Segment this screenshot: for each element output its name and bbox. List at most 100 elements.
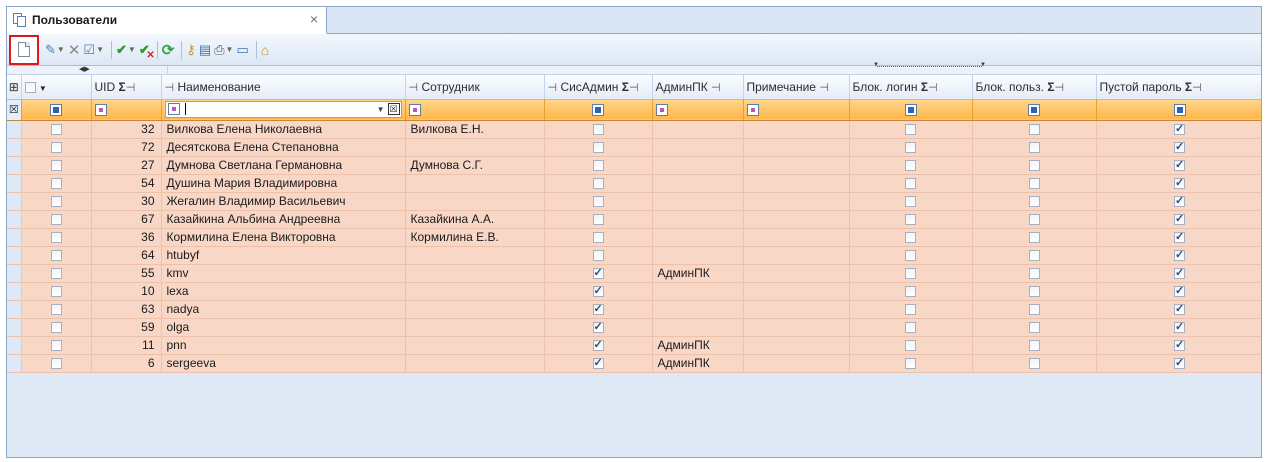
empty-password-cell[interactable]: [1096, 138, 1261, 157]
block-login-cell[interactable]: [849, 282, 973, 301]
checkbox[interactable]: [1174, 176, 1185, 190]
checkbox[interactable]: [1028, 358, 1040, 370]
row-indicator[interactable]: [7, 300, 22, 319]
header-note[interactable]: Примечание ⊣: [743, 75, 850, 100]
sysadmin-cell[interactable]: [544, 138, 653, 157]
chevron-down-icon[interactable]: ▼: [226, 45, 234, 54]
checkbox[interactable]: [1174, 212, 1185, 226]
checkbox[interactable]: [905, 268, 916, 280]
row-indicator[interactable]: [7, 174, 22, 193]
block-login-cell[interactable]: [849, 210, 973, 229]
table-row[interactable]: 10 lexa: [7, 282, 1261, 301]
block-user-cell[interactable]: [972, 210, 1097, 229]
checkbox[interactable]: [592, 196, 604, 208]
empty-password-cell[interactable]: [1096, 120, 1261, 139]
row-select-cell[interactable]: [21, 354, 92, 373]
checkbox[interactable]: [1174, 158, 1185, 172]
checkbox[interactable]: [592, 266, 604, 280]
filter-block-user[interactable]: [972, 99, 1097, 121]
block-login-cell[interactable]: [849, 264, 973, 283]
sysadmin-cell[interactable]: [544, 174, 653, 193]
block-user-cell[interactable]: [972, 138, 1097, 157]
checkbox[interactable]: [1174, 194, 1185, 208]
column-band-strip[interactable]: ◀▶: [7, 62, 1261, 75]
filter-name[interactable]: ▼ ☒: [161, 99, 406, 121]
chevron-down-icon[interactable]: ▼: [57, 45, 65, 54]
checkbox[interactable]: [592, 284, 604, 298]
checkbox[interactable]: [905, 232, 916, 244]
column-chooser-icon[interactable]: ⊞: [7, 75, 22, 100]
block-user-cell[interactable]: [972, 300, 1097, 319]
row-select-cell[interactable]: [21, 336, 92, 355]
checkbox[interactable]: [1174, 338, 1185, 352]
header-sysadmin[interactable]: ⊣ СисАдмин Σ⊣: [544, 75, 653, 100]
row-indicator[interactable]: [7, 120, 22, 139]
checkbox[interactable]: [1028, 322, 1040, 334]
row-indicator[interactable]: [7, 210, 22, 229]
table-row[interactable]: 32 Вилкова Елена Николаевна Вилкова Е.Н.: [7, 120, 1261, 139]
band-range-marker[interactable]: [873, 62, 986, 70]
checkbox[interactable]: [592, 338, 604, 352]
checkbox[interactable]: [1028, 178, 1040, 190]
block-user-cell[interactable]: [972, 318, 1097, 337]
empty-password-cell[interactable]: [1096, 282, 1261, 301]
sysadmin-cell[interactable]: [544, 246, 653, 265]
checkbox[interactable]: [592, 178, 604, 190]
checkbox[interactable]: [50, 340, 62, 352]
row-indicator[interactable]: [7, 138, 22, 157]
checkbox[interactable]: [1174, 302, 1185, 316]
row-select-cell[interactable]: [21, 138, 92, 157]
check-button[interactable]: ✔ ▼: [116, 39, 136, 61]
checkbox[interactable]: [50, 178, 62, 190]
print-button[interactable]: ⎙ ▼: [214, 39, 233, 61]
block-user-cell[interactable]: [972, 282, 1097, 301]
uncheck-button[interactable]: ✔ ✕: [139, 39, 155, 61]
empty-password-cell[interactable]: [1096, 318, 1261, 337]
checkbox[interactable]: [592, 232, 604, 244]
sysadmin-cell[interactable]: [544, 264, 653, 283]
checkbox[interactable]: [1174, 122, 1185, 136]
block-user-cell[interactable]: [972, 120, 1097, 139]
filter-name-input[interactable]: ▼ ☒: [164, 100, 402, 118]
checkbox[interactable]: [592, 302, 604, 316]
table-row[interactable]: 54 Душина Мария Владимировна: [7, 174, 1261, 193]
row-indicator[interactable]: [7, 282, 22, 301]
row-indicator[interactable]: [7, 156, 22, 175]
checkbox[interactable]: [50, 322, 62, 334]
select-all-header[interactable]: ▼: [21, 75, 92, 100]
table-row[interactable]: 30 Жегалин Владимир Васильевич: [7, 192, 1261, 211]
row-select-cell[interactable]: [21, 192, 92, 211]
checkbox[interactable]: [1028, 232, 1040, 244]
block-login-cell[interactable]: [849, 300, 973, 319]
filter-checkbox[interactable]: [50, 104, 62, 117]
block-user-cell[interactable]: [972, 246, 1097, 265]
checkbox[interactable]: [1028, 286, 1040, 298]
sysadmin-cell[interactable]: [544, 228, 653, 247]
sysadmin-cell[interactable]: [544, 120, 653, 139]
checkbox[interactable]: [1028, 304, 1040, 316]
checkbox[interactable]: [1028, 268, 1040, 280]
checkbox[interactable]: [1028, 196, 1040, 208]
approve-button[interactable]: ☑ ▼: [83, 39, 104, 61]
checkbox[interactable]: [905, 178, 916, 190]
filter-sysadmin[interactable]: [544, 99, 653, 121]
empty-password-cell[interactable]: [1096, 354, 1261, 373]
checkbox[interactable]: [1174, 266, 1185, 280]
sysadmin-cell[interactable]: [544, 336, 653, 355]
filter-employee[interactable]: [405, 99, 545, 121]
table-row[interactable]: 36 Кормилина Елена Викторовна Кормилина Е.…: [7, 228, 1261, 247]
block-user-cell[interactable]: [972, 174, 1097, 193]
checkbox[interactable]: [50, 196, 62, 208]
block-login-cell[interactable]: [849, 156, 973, 175]
bank-button[interactable]: ⌂: [261, 39, 269, 61]
row-select-cell[interactable]: [21, 228, 92, 247]
filter-checkbox[interactable]: [1173, 104, 1186, 117]
checkbox[interactable]: [905, 142, 916, 154]
screen-button[interactable]: ▭: [236, 39, 248, 61]
table-row[interactable]: 6sergeeva АдминПК: [7, 354, 1261, 373]
filter-clear-icon[interactable]: ☒: [7, 99, 22, 121]
empty-password-cell[interactable]: [1096, 264, 1261, 283]
header-block-login[interactable]: Блок. логин Σ⊣: [849, 75, 973, 100]
checkbox[interactable]: [1174, 320, 1185, 334]
block-login-cell[interactable]: [849, 246, 973, 265]
